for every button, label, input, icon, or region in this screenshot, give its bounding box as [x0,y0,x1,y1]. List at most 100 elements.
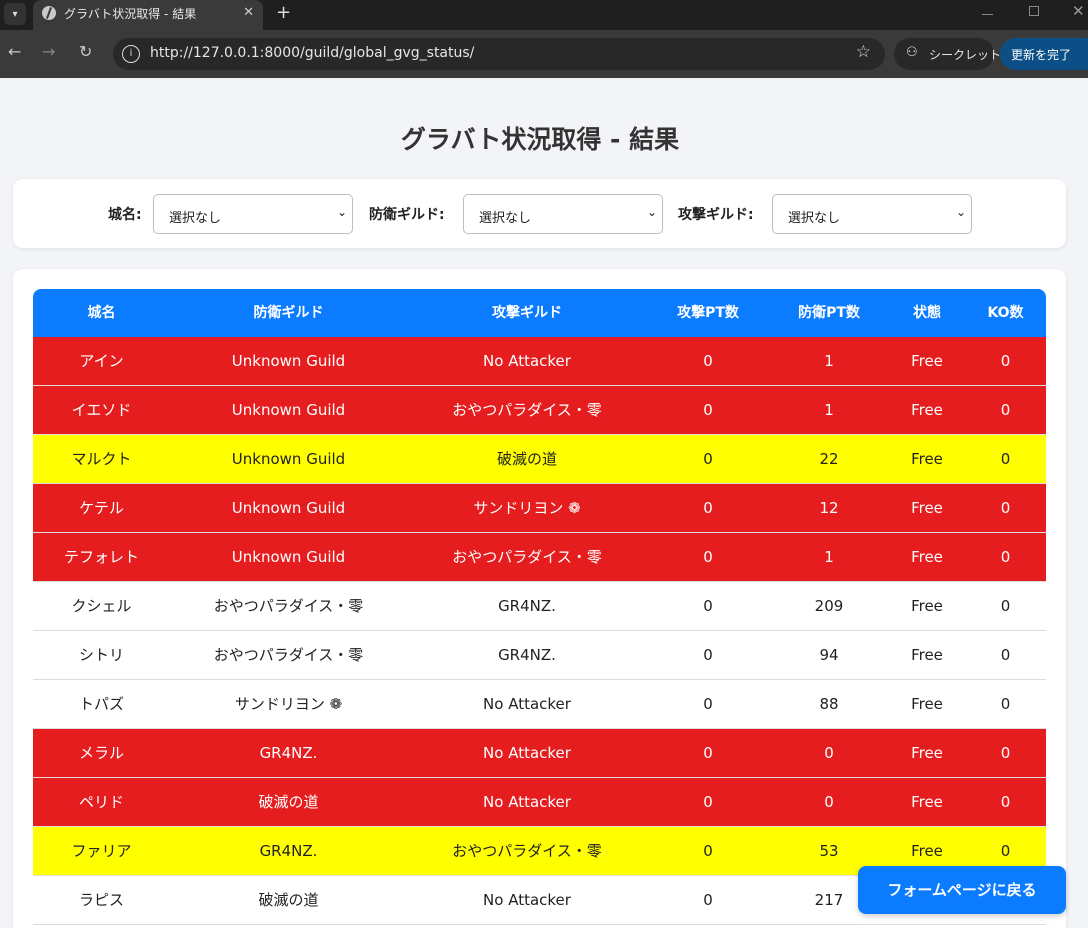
close-tab-icon[interactable]: ✕ [243,5,254,20]
forward-arrow-icon[interactable]: → [42,42,55,61]
header-defense-guild: 防衛ギルド [253,305,324,321]
cell-status: Free [911,646,943,664]
cell-defense-guild: おやつパラダイス・零 [213,646,364,664]
globe-icon [42,6,56,20]
cell-defense-pt: 22 [819,450,839,468]
cell-attack-guild: GR4NZ. [498,597,556,615]
table-row: マルクト Unknown Guild 破滅の道 0 22 Free 0 [33,435,1046,484]
header-defense-pt: 防衛PT数 [798,305,860,321]
address-bar[interactable]: i http://127.0.0.1:8000/guild/global_gvg… [113,38,885,70]
cell-ko: 0 [1000,548,1011,566]
cell-defense-pt: 94 [819,646,839,664]
table-row: アイン Unknown Guild No Attacker 0 1 Free 0 [33,337,1046,386]
cell-defense-guild: Unknown Guild [231,450,346,468]
cell-defense-guild: Unknown Guild [231,548,346,566]
cell-defense-pt: 1 [824,548,834,566]
reload-icon[interactable]: ↻ [79,42,92,61]
back-to-form-button[interactable]: フォームページに戻る [858,866,1066,914]
filter-panel: 城名: 選択なし ⌄ 防衛ギルド: 選択なし ⌄ 攻撃ギルド: 選択なし ⌄ [13,179,1066,248]
defense-guild-filter-label: 防衛ギルド: [369,207,445,223]
back-arrow-icon[interactable]: ← [8,42,21,61]
cell-ko: 0 [1000,450,1011,468]
table-row: テフォレト Unknown Guild おやつパラダイス・零 0 1 Free 0 [33,533,1046,582]
close-window-icon[interactable]: ✕ [1072,2,1085,20]
table-row: ケテル Unknown Guild サンドリヨン ❁ 0 12 Free 0 [33,484,1046,533]
cell-attack-guild: おやつパラダイス・零 [452,401,602,419]
cell-ko: 0 [1000,352,1011,370]
cell-castle: トパズ [78,695,124,713]
bookmark-star-icon[interactable]: ☆ [856,42,871,62]
cell-attack-pt: 0 [703,597,713,615]
castle-select-value: 選択なし [169,211,222,226]
cell-attack-guild: No Attacker [483,744,571,762]
site-info-icon[interactable]: i [122,45,140,63]
minimize-icon[interactable] [982,14,993,15]
cell-status: Free [911,401,943,419]
cell-castle: アイン [79,352,124,370]
attack-guild-filter-label: 攻撃ギルド: [678,207,754,223]
cell-status: Free [911,499,943,517]
cell-castle: イエソド [71,401,132,419]
tab-search-button[interactable]: ▾ [4,3,26,25]
cell-castle: メラル [78,744,124,762]
status-table-card: 城名 防衛ギルド 攻撃ギルド 攻撃PT数 防衛PT数 状態 KO数 アイン Unk… [13,269,1066,928]
cell-castle: ケテル [79,499,124,517]
cell-attack-guild: GR4NZ. [498,646,556,664]
castle-select[interactable]: 選択なし ⌄ [153,194,353,234]
cell-attack-guild: 破滅の道 [496,450,557,468]
cell-defense-pt: 0 [824,793,834,811]
cell-status: Free [911,793,943,811]
cell-attack-guild: おやつパラダイス・零 [452,548,602,566]
cell-defense-pt: 1 [824,401,834,419]
table-row: メラル GR4NZ. No Attacker 0 0 Free 0 [33,729,1046,778]
cell-defense-pt: 88 [819,695,839,713]
cell-ko: 0 [1000,646,1011,664]
defense-guild-select[interactable]: 選択なし ⌄ [463,194,663,234]
cell-castle: クシェル [71,597,132,615]
attack-guild-select[interactable]: 選択なし ⌄ [772,194,972,234]
header-status: 状態 [913,305,941,321]
cell-defense-pt: 1 [824,352,834,370]
page-content: グラバト状況取得 - 結果 城名: 選択なし ⌄ 防衛ギルド: 選択なし ⌄ 攻… [0,78,1088,928]
cell-defense-pt: 209 [814,597,844,615]
cell-ko: 0 [1000,597,1011,615]
cell-status: Free [911,695,943,713]
cell-defense-guild: GR4NZ. [259,744,318,762]
cell-defense-guild: Unknown Guild [231,499,346,517]
cell-attack-guild: おやつパラダイス・零 [452,842,602,860]
cell-attack-guild: No Attacker [483,695,571,713]
cell-status: Free [911,597,943,615]
cell-castle: シトリ [78,646,124,664]
castle-filter-label: 城名: [108,207,142,223]
header-attack-pt: 攻撃PT数 [677,305,739,321]
cell-defense-pt: 12 [819,499,839,517]
browser-tab[interactable]: グラバト状況取得 - 結果 ✕ [33,0,263,30]
update-button[interactable]: 更新を完了 [1000,38,1088,70]
new-tab-button[interactable]: + [276,2,291,23]
cell-defense-guild: サンドリヨン ❁ [234,695,343,713]
maximize-icon[interactable] [1029,6,1039,16]
chevron-down-icon: ⌄ [336,205,347,219]
table-row: クシェル おやつパラダイス・零 GR4NZ. 0 209 Free 0 [33,582,1046,631]
table-row: シトリ おやつパラダイス・零 GR4NZ. 0 94 Free 0 [33,631,1046,680]
cell-status: Free [911,548,943,566]
header-ko: KO数 [987,305,1024,321]
chevron-down-icon: ⌄ [955,205,966,219]
page-title: グラバト状況取得 - 結果 [400,125,680,154]
url-text[interactable]: http://127.0.0.1:8000/guild/global_gvg_s… [150,45,474,61]
cell-defense-guild: 破滅の道 [258,793,319,811]
cell-ko: 0 [1000,695,1011,713]
cell-castle: ラピス [78,891,124,909]
attack-guild-select-value: 選択なし [788,211,841,226]
chevron-down-icon: ⌄ [646,205,657,219]
cell-ko: 0 [1000,499,1011,517]
header-castle: 城名 [87,305,116,321]
cell-attack-guild: No Attacker [483,793,571,811]
cell-castle: マルクト [71,450,132,468]
cell-status: Free [911,744,943,762]
cell-attack-guild: No Attacker [483,891,571,909]
cell-attack-pt: 0 [703,401,713,419]
table-header: 城名 防衛ギルド 攻撃ギルド 攻撃PT数 防衛PT数 状態 KO数 [33,289,1046,337]
incognito-indicator[interactable]: ⚇ シークレット [894,38,1001,70]
cell-attack-guild: No Attacker [483,352,571,370]
